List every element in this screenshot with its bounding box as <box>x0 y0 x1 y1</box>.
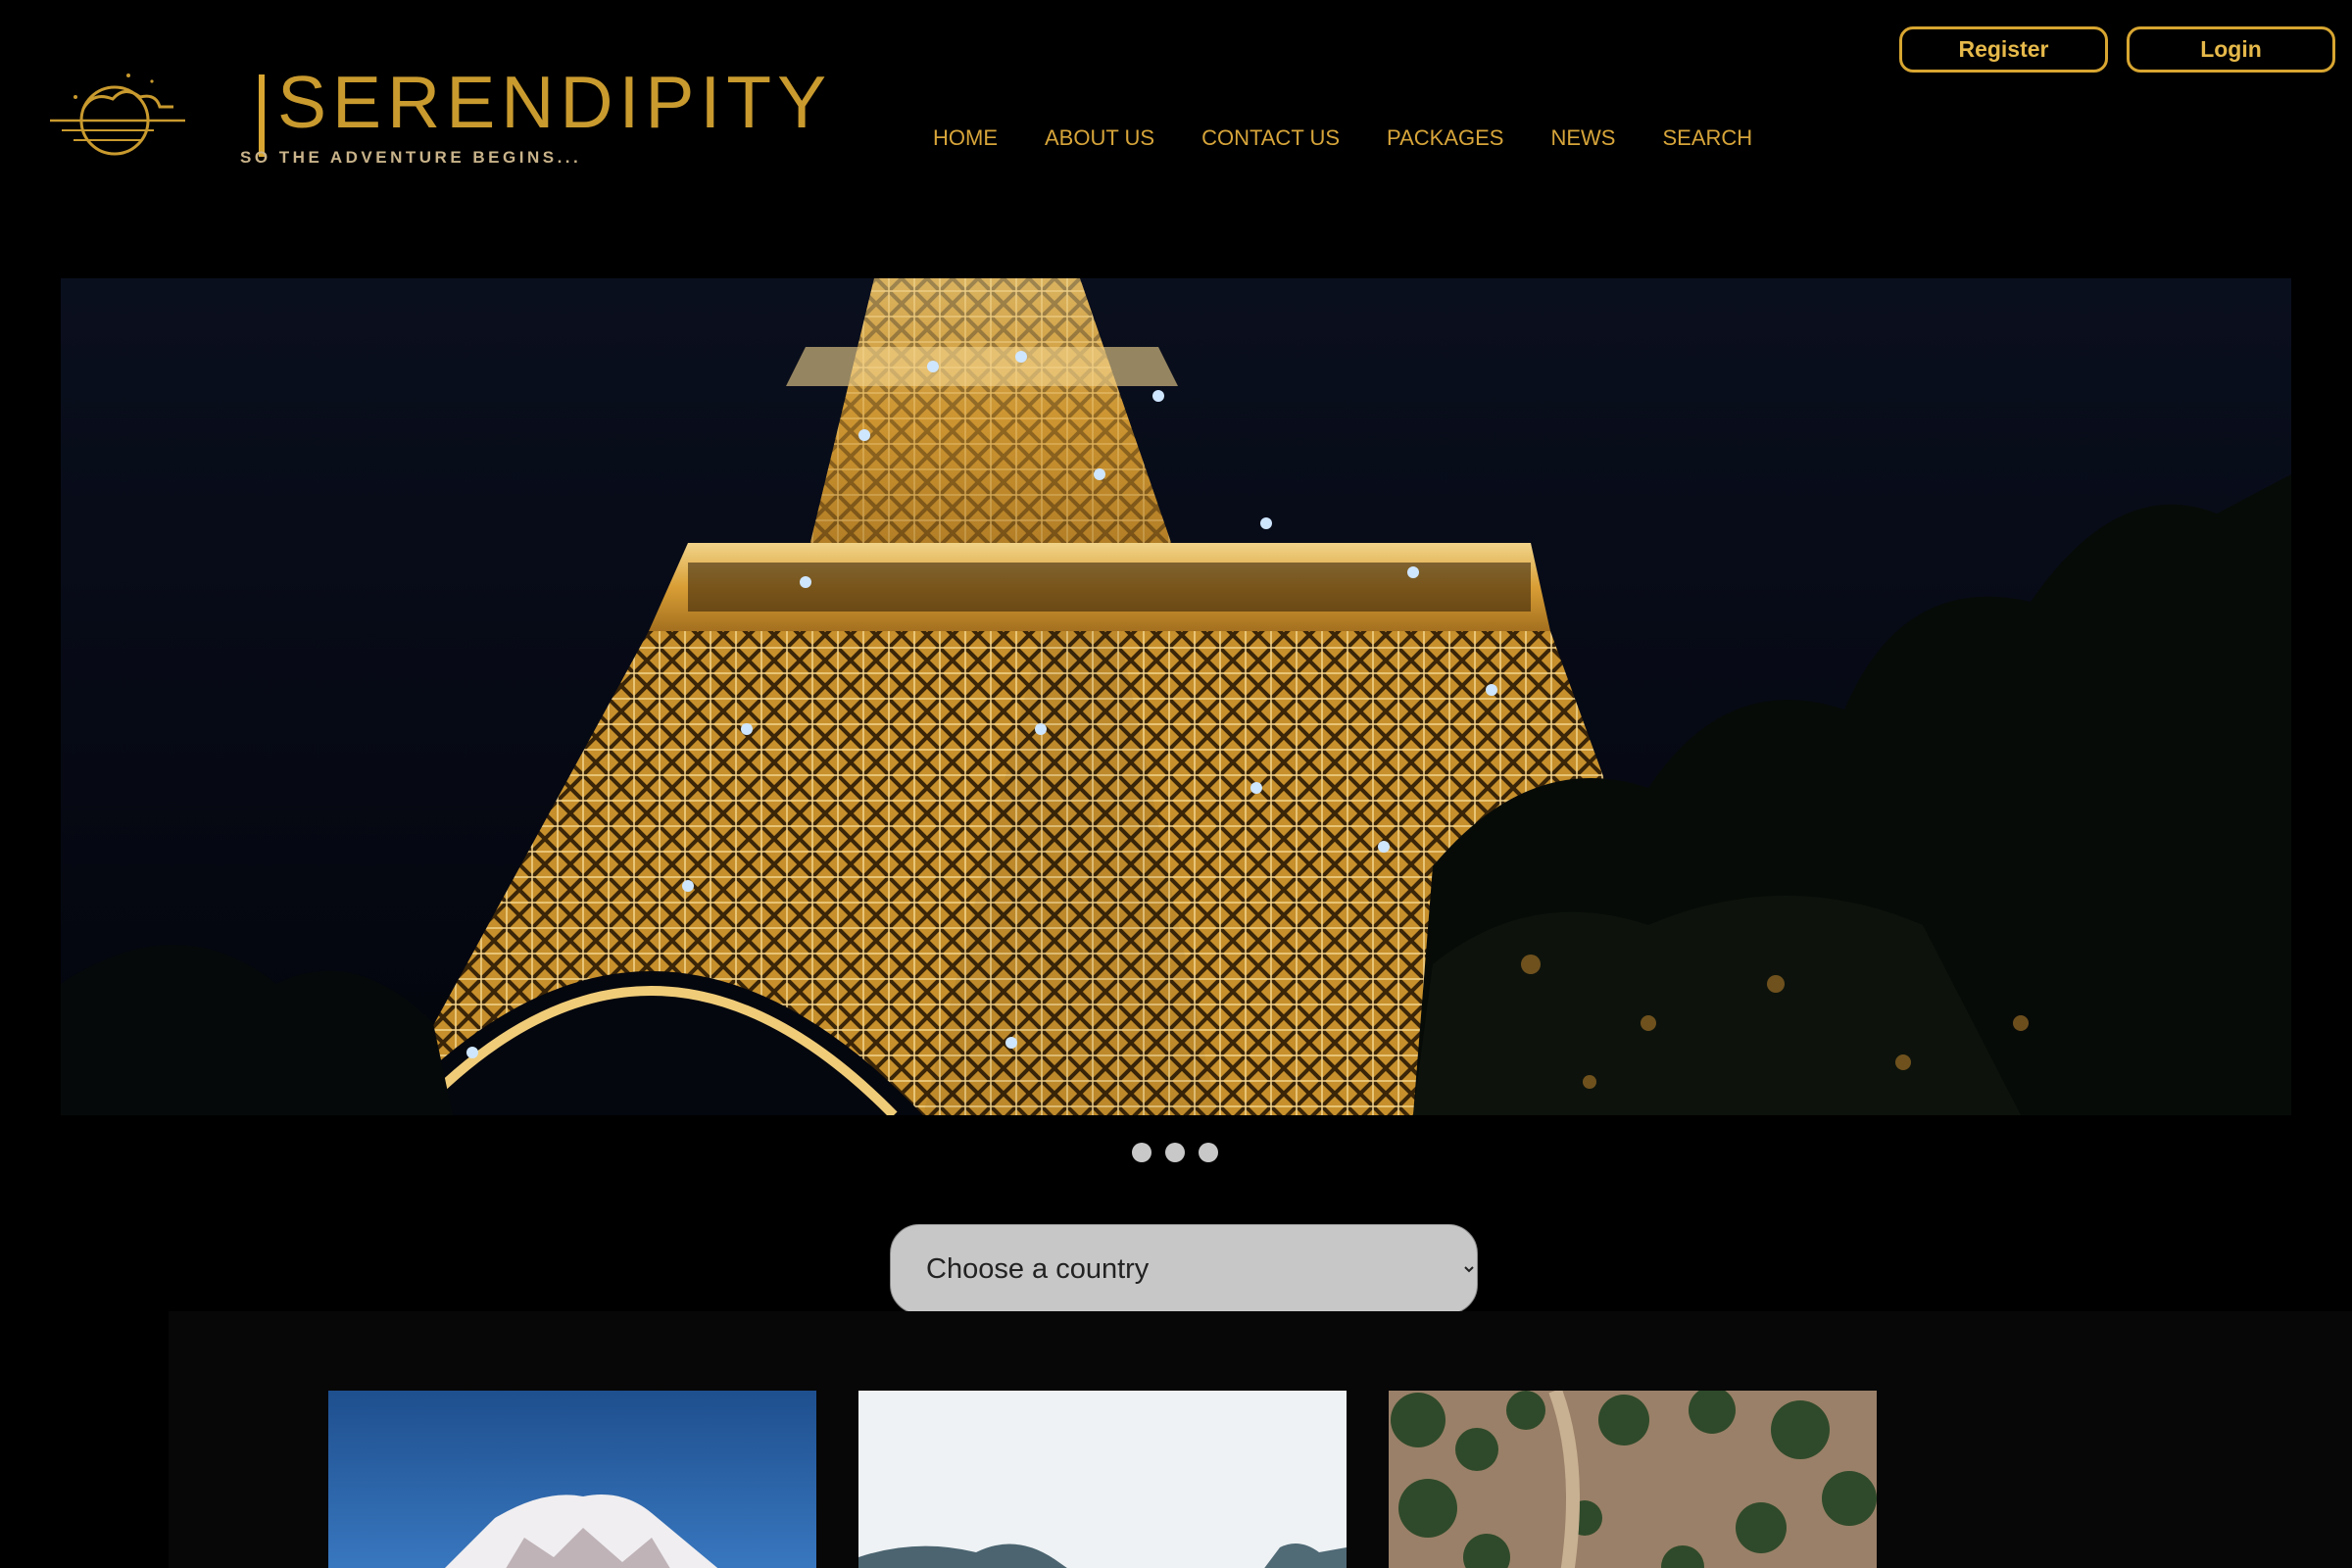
register-button[interactable]: Register <box>1899 26 2108 73</box>
country-select[interactable]: Choose a country <box>890 1224 1478 1314</box>
auth-buttons: Register Login <box>1899 26 2335 73</box>
carousel-dot-1[interactable] <box>1132 1143 1152 1162</box>
nav-home[interactable]: HOME <box>933 125 998 151</box>
page: Register Login SERENDIPITY SO THE ADVENT… <box>0 0 2352 1568</box>
login-button[interactable]: Login <box>2127 26 2335 73</box>
hero-carousel[interactable] <box>61 278 2291 1115</box>
destination-card-aerial[interactable] <box>1389 1391 1877 1568</box>
nav-contact-us[interactable]: CONTACT US <box>1201 125 1340 151</box>
main-nav: HOME ABOUT US CONTACT US PACKAGES NEWS S… <box>933 125 1752 151</box>
destination-card-mountain[interactable] <box>328 1391 816 1568</box>
destinations-section <box>169 1311 2352 1568</box>
snowy-mountain-image <box>328 1391 816 1568</box>
logo-name: SERENDIPITY <box>277 61 833 143</box>
nav-news[interactable]: NEWS <box>1550 125 1615 151</box>
carousel-dot-3[interactable] <box>1199 1143 1218 1162</box>
logo-divider <box>259 74 265 157</box>
coastal-hills-image <box>858 1391 1347 1568</box>
carousel-indicators <box>1132 1143 1218 1162</box>
nav-about-us[interactable]: ABOUT US <box>1045 125 1154 151</box>
sun-cloud-logo-icon <box>50 74 185 156</box>
eiffel-tower-night-image <box>61 278 2291 1115</box>
aerial-forest-image <box>1389 1391 1877 1568</box>
nav-search[interactable]: SEARCH <box>1662 125 1752 151</box>
logo-tagline: SO THE ADVENTURE BEGINS... <box>240 148 582 167</box>
nav-packages[interactable]: PACKAGES <box>1387 125 1503 151</box>
logo[interactable]: SERENDIPITY SO THE ADVENTURE BEGINS... <box>44 62 826 179</box>
carousel-dot-2[interactable] <box>1165 1143 1185 1162</box>
destination-card-coast[interactable] <box>858 1391 1347 1568</box>
